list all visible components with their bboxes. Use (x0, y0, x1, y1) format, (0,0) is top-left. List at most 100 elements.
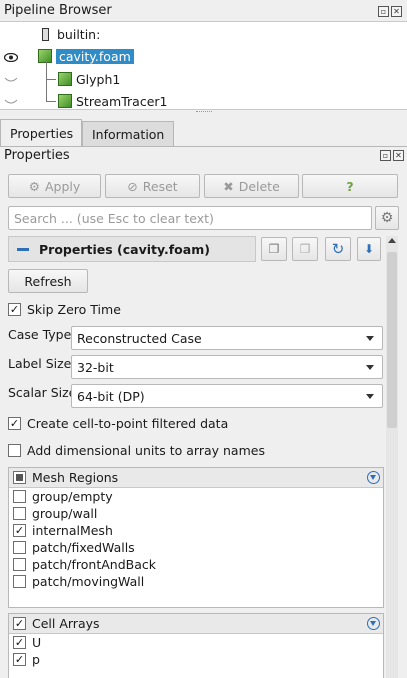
reload-button[interactable]: ↻ (325, 237, 351, 261)
scroll-up-icon[interactable] (388, 238, 396, 243)
help-icon: ? (346, 178, 354, 194)
help-button[interactable]: ? (302, 174, 398, 198)
tree-item-streamtracer1[interactable]: StreamTracer1 (58, 91, 167, 111)
list-item[interactable]: patch/frontAndBack (9, 556, 383, 573)
splitter-handle[interactable] (196, 111, 212, 114)
list-item[interactable]: ✓ U (9, 634, 383, 651)
select-value: 64-bit (DP) (77, 388, 145, 404)
case-type-select[interactable]: Reconstructed Case (71, 326, 383, 350)
apply-label: Apply (44, 178, 81, 194)
search-input[interactable]: Search ... (use Esc to clear text) (8, 206, 372, 230)
close-icon[interactable]: ✕ (391, 6, 402, 17)
list-header-label: Mesh Regions (32, 470, 119, 485)
list-item-label: patch/movingWall (32, 574, 145, 589)
server-icon (42, 27, 49, 41)
eye-visible-icon[interactable] (4, 53, 18, 62)
filter-cube-icon (58, 94, 72, 108)
mesh-regions-header[interactable]: Mesh Regions (9, 468, 383, 488)
advanced-settings-button[interactable]: ⚙ (375, 206, 399, 230)
list-item[interactable]: ✓ internalMesh (9, 522, 383, 539)
label-size-label: Label Size (8, 356, 72, 371)
tree-item-cavity-foam[interactable]: cavity.foam (38, 46, 134, 66)
create-cell-to-point-checkbox[interactable]: ✓ Create cell-to-point filtered data (8, 416, 228, 431)
reset-button[interactable]: ⊘ Reset (105, 174, 200, 198)
checkbox-checked[interactable]: ✓ (8, 417, 21, 430)
list-item[interactable]: ✓ p (9, 651, 383, 668)
reset-icon: ⊘ (127, 178, 138, 194)
select-value: 32-bit (77, 359, 114, 375)
checkbox-unchecked[interactable] (8, 444, 21, 457)
properties-section-header[interactable]: Properties (cavity.foam) (8, 236, 256, 262)
list-item[interactable]: group/empty (9, 488, 383, 505)
list-item[interactable]: group/wall (9, 505, 383, 522)
gear-icon: ⚙ (380, 210, 394, 226)
list-item-label: group/wall (32, 506, 98, 521)
tab-properties[interactable]: Properties (0, 119, 82, 147)
float-icon[interactable]: ▫ (380, 150, 391, 161)
tab-bar: Properties Information (0, 119, 174, 147)
checkbox-checked[interactable]: ✓ (13, 636, 26, 649)
checkbox-unchecked[interactable] (13, 490, 26, 503)
apply-button[interactable]: ⚙ Apply (8, 174, 101, 198)
checkbox-unchecked[interactable] (13, 541, 26, 554)
checkbox-partial[interactable] (13, 471, 26, 484)
add-dimensional-units-checkbox[interactable]: Add dimensional units to array names (8, 443, 265, 458)
pipeline-browser-title: Pipeline Browser (4, 3, 112, 18)
scalar-size-select[interactable]: 64-bit (DP) (71, 384, 383, 408)
checkbox-unchecked[interactable] (13, 558, 26, 571)
paste-properties-button[interactable]: ❐ (292, 237, 318, 261)
delete-label: Delete (238, 178, 280, 194)
float-icon[interactable]: ▫ (378, 6, 389, 17)
filter-cube-icon (58, 72, 72, 86)
scrollbar-thumb[interactable] (387, 252, 397, 428)
refresh-button[interactable]: Refresh (8, 269, 88, 293)
case-type-label: Case Type (8, 327, 72, 342)
source-cube-icon (38, 49, 52, 63)
collapse-icon (17, 247, 29, 251)
checkbox-label: Create cell-to-point filtered data (27, 416, 229, 431)
tree-item-label: builtin: (57, 26, 101, 42)
copy-properties-button[interactable]: ❐ (261, 237, 287, 261)
tree-item-builtin[interactable]: builtin: (42, 24, 100, 44)
checkbox-unchecked[interactable] (13, 507, 26, 520)
save-defaults-button[interactable]: ⬇ (357, 237, 381, 261)
cell-arrays-list[interactable]: ✓ Cell Arrays ✓ U ✓ p (8, 613, 384, 678)
tree-item-glyph1[interactable]: Glyph1 (58, 69, 120, 89)
list-item[interactable]: patch/movingWall (9, 573, 383, 590)
tab-label: Information (92, 126, 165, 142)
checkbox-checked[interactable]: ✓ (13, 617, 26, 630)
eye-hidden-icon[interactable] (4, 97, 18, 106)
label-size-select[interactable]: 32-bit (71, 355, 383, 379)
list-item-label: patch/frontAndBack (32, 557, 156, 572)
pipeline-tree[interactable]: builtin: cavity.foam Glyph1 StreamTracer… (0, 21, 407, 110)
mesh-regions-list[interactable]: Mesh Regions group/empty group/wall ✓ int… (8, 467, 384, 608)
delete-button[interactable]: ✖ Delete (204, 174, 299, 198)
download-icon: ⬇ (363, 242, 375, 256)
list-item[interactable]: patch/fixedWalls (9, 539, 383, 556)
close-icon[interactable]: ✕ (393, 150, 404, 161)
checkbox-unchecked[interactable] (13, 575, 26, 588)
tab-label: Properties (10, 126, 74, 141)
filter-icon[interactable] (367, 617, 380, 630)
eye-hidden-icon[interactable] (4, 75, 18, 84)
tab-information[interactable]: Information (82, 121, 174, 146)
checkbox-checked[interactable]: ✓ (8, 303, 21, 316)
cell-arrays-header[interactable]: ✓ Cell Arrays (9, 614, 383, 634)
tree-item-label: Glyph1 (76, 71, 121, 87)
chevron-down-icon (366, 365, 374, 370)
delete-icon: ✖ (223, 178, 234, 194)
apply-icon: ⚙ (28, 178, 40, 194)
chevron-down-icon (366, 336, 374, 341)
checkbox-checked[interactable]: ✓ (13, 524, 26, 537)
tree-connector (46, 101, 56, 102)
tree-item-label: cavity.foam (56, 48, 134, 64)
reset-label: Reset (142, 178, 178, 194)
filter-icon[interactable] (367, 471, 380, 484)
list-item-label: U (32, 635, 42, 650)
copy-icon: ❐ (268, 242, 280, 256)
checkbox-checked[interactable]: ✓ (13, 653, 26, 666)
skip-zero-time-checkbox[interactable]: ✓ Skip Zero Time (8, 302, 121, 317)
paste-icon: ❐ (299, 242, 311, 256)
scalar-size-label: Scalar Size (8, 385, 77, 400)
checkbox-label: Skip Zero Time (27, 302, 121, 317)
